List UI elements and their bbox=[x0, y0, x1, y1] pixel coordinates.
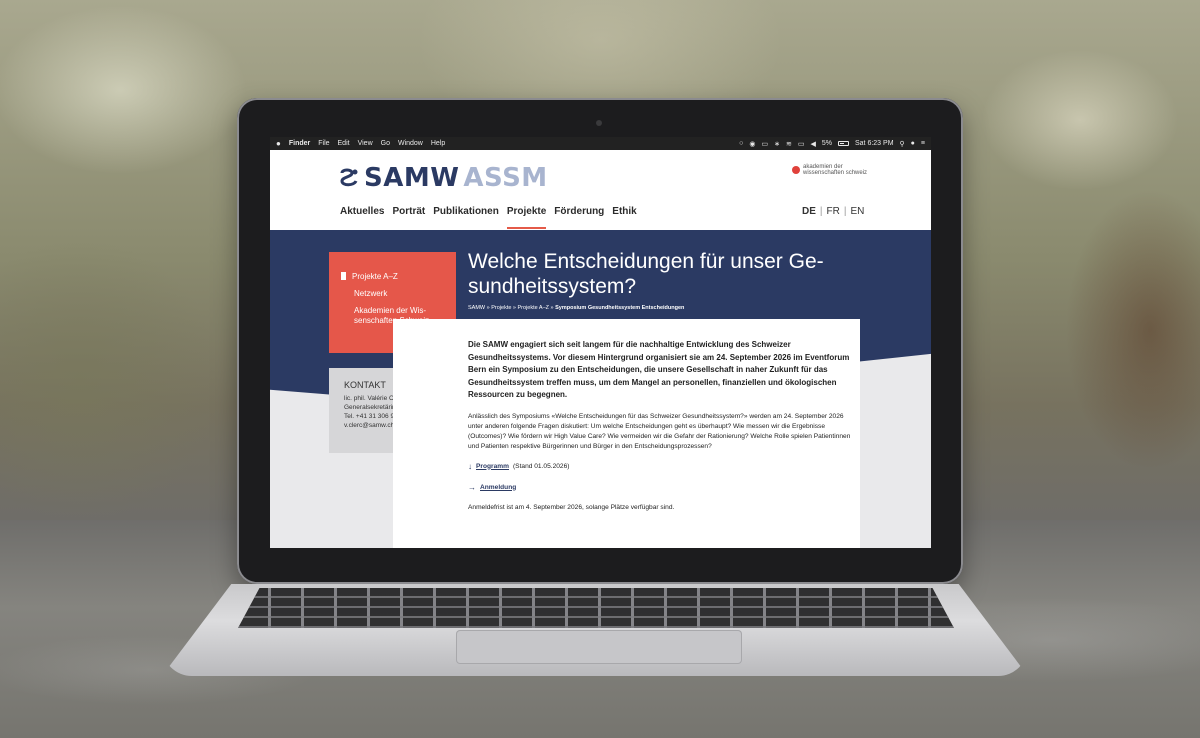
menu-go[interactable]: Go bbox=[381, 140, 390, 147]
battery-percent: 5% bbox=[821, 140, 832, 147]
breadcrumb-path[interactable]: SAMW » Projekte » Projekte A–Z » bbox=[468, 305, 555, 311]
sidebar-item-netzwerk[interactable]: Netzwerk bbox=[341, 289, 456, 298]
menu-finder[interactable]: Finder bbox=[289, 140, 310, 147]
main-nav: Aktuelles Porträt Publikationen Projekte… bbox=[340, 206, 637, 229]
deadline-note: Anmeldefrist ist am 4. September 2026, s… bbox=[468, 503, 675, 511]
site-header: SAMW ASSM akademien der wissenschaften sc… bbox=[270, 150, 931, 230]
page-title: Welche Entscheidungen für unser Ge- sund… bbox=[468, 250, 824, 298]
right-arrow-icon: → bbox=[468, 482, 476, 492]
status-area: ○ ◉ ▭ ∗ ≋ ▭ ◀ 5% Sat 6:23 PM ⚲ ● ≡ bbox=[739, 140, 925, 148]
academies-icon bbox=[792, 166, 800, 174]
apple-menu-icon[interactable]: ● bbox=[276, 139, 281, 148]
nav-item-foerderung[interactable]: Förderung bbox=[554, 206, 604, 225]
breadcrumb-current: Symposium Gesundheitssystem Entscheidung… bbox=[555, 305, 685, 311]
status-icon[interactable]: ▭ bbox=[761, 140, 768, 148]
register-link[interactable]: Anmeldung bbox=[480, 484, 516, 491]
program-note: (Stand 01.05.2026) bbox=[512, 462, 570, 470]
bluetooth-icon[interactable]: ∗ bbox=[774, 140, 780, 148]
menu-window[interactable]: Window bbox=[398, 140, 423, 147]
lang-de[interactable]: DE bbox=[802, 206, 816, 217]
menu-edit[interactable]: Edit bbox=[338, 140, 350, 147]
breadcrumb: SAMW » Projekte » Projekte A–Z » Symposi… bbox=[468, 305, 684, 311]
nav-item-aktuelles[interactable]: Aktuelles bbox=[340, 206, 384, 225]
samw-logo-icon bbox=[340, 168, 358, 187]
lang-en[interactable]: EN bbox=[850, 206, 864, 217]
academies-logo[interactable]: akademien der wissenschaften schweiz bbox=[792, 164, 867, 176]
language-switcher: DE | FR | EN bbox=[802, 206, 864, 217]
battery-icon[interactable] bbox=[838, 141, 849, 146]
notification-center-icon[interactable]: ≡ bbox=[921, 140, 925, 147]
menu-file[interactable]: File bbox=[318, 140, 329, 147]
webcam bbox=[596, 120, 602, 126]
trackpad bbox=[456, 630, 742, 664]
volume-icon[interactable]: ◀ bbox=[810, 140, 815, 148]
program-link[interactable]: Programm bbox=[476, 463, 509, 470]
program-row: ↓ Programm (Stand 01.05.2026) bbox=[468, 462, 860, 471]
register-row: → Anmeldung bbox=[468, 483, 860, 492]
keyboard-rows bbox=[238, 588, 954, 628]
sidebar-item-label: Netzwerk bbox=[354, 289, 388, 298]
lang-separator: | bbox=[819, 206, 823, 217]
logo-samw-text: SAMW bbox=[364, 163, 460, 193]
airplay-icon[interactable]: ▭ bbox=[798, 140, 805, 148]
academies-line2: wissenschaften schweiz bbox=[803, 170, 868, 176]
samw-logo[interactable]: SAMW ASSM bbox=[338, 163, 548, 193]
active-marker-icon bbox=[341, 272, 346, 280]
laptop-screen: ● Finder File Edit View Go Window Help ○… bbox=[270, 137, 931, 548]
spotlight-icon[interactable]: ⚲ bbox=[900, 140, 905, 148]
siri-icon[interactable]: ● bbox=[911, 140, 915, 147]
lead-paragraph: Die SAMW engagiert sich seit langem für … bbox=[468, 340, 850, 399]
wifi-icon[interactable]: ≋ bbox=[786, 140, 792, 148]
nav-item-ethik[interactable]: Ethik bbox=[612, 206, 636, 225]
sidebar-item-label: Projekte A–Z bbox=[352, 272, 398, 281]
logo-assm-text: ASSM bbox=[463, 163, 548, 193]
status-icon[interactable]: ○ bbox=[739, 140, 743, 147]
macos-menubar: ● Finder File Edit View Go Window Help ○… bbox=[270, 137, 931, 150]
lang-separator: | bbox=[843, 206, 847, 217]
download-arrow-icon: ↓ bbox=[468, 461, 472, 471]
nav-item-publikationen[interactable]: Publikationen bbox=[433, 206, 499, 225]
menu-view[interactable]: View bbox=[358, 140, 373, 147]
body-paragraph: Anlässlich des Symposiums «Welche Entsch… bbox=[468, 412, 851, 450]
nav-item-projekte[interactable]: Projekte bbox=[506, 206, 547, 229]
nav-item-portraet[interactable]: Porträt bbox=[392, 206, 425, 225]
lang-fr[interactable]: FR bbox=[827, 206, 840, 217]
clock[interactable]: Sat 6:23 PM bbox=[855, 140, 894, 147]
status-icon[interactable]: ◉ bbox=[749, 140, 755, 148]
main-content: Die SAMW engagiert sich seit langem für … bbox=[393, 319, 860, 548]
menu-help[interactable]: Help bbox=[431, 140, 445, 147]
sidebar-item-projekte-a-z[interactable]: Projekte A–Z bbox=[341, 272, 456, 281]
